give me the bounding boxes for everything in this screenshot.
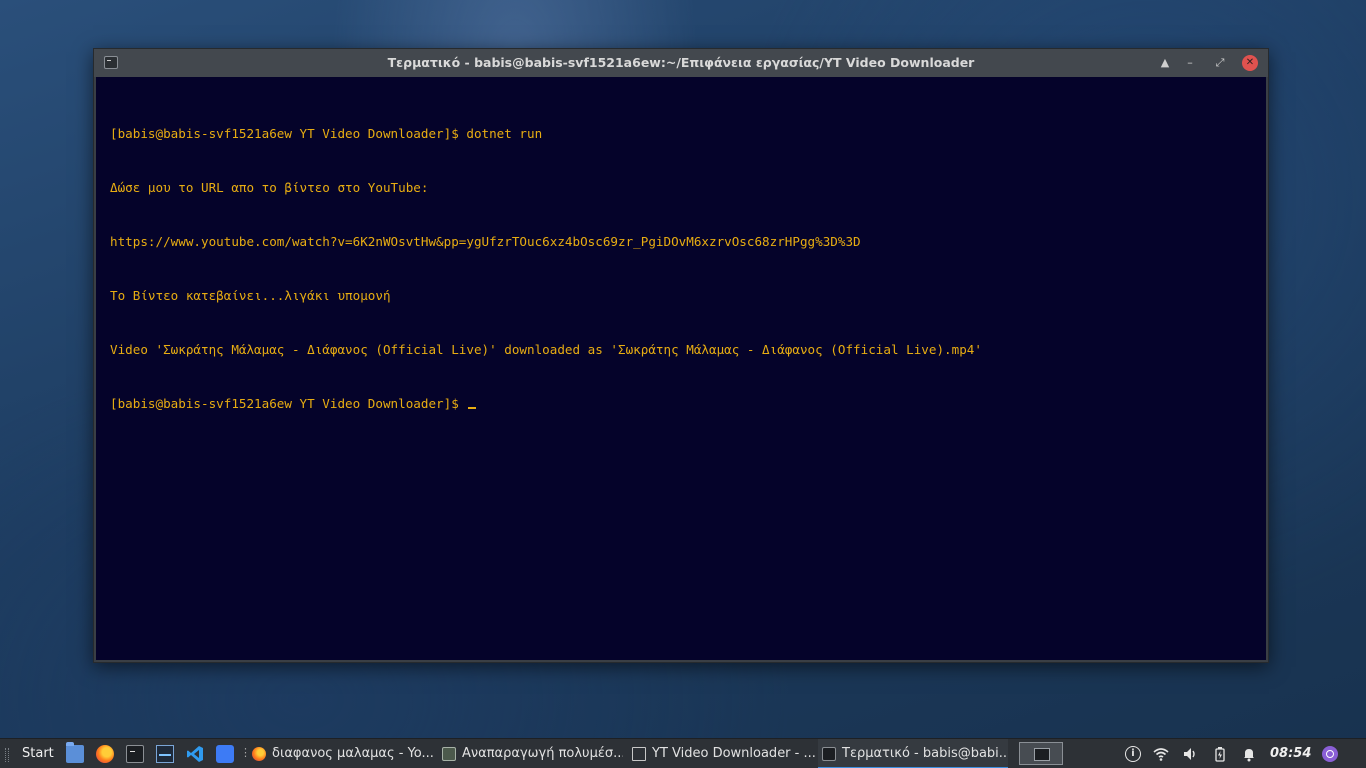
volume-icon[interactable] [1182,746,1198,762]
terminal-line: Δώσε μου το URL απο το βίντεο στο YouTub… [110,180,429,195]
terminal-prompt: [babis@babis-svf1521a6ew YT Video Downlo… [110,396,467,411]
task-label: YT Video Downloader - ... [652,746,816,761]
files-icon[interactable] [66,742,84,763]
panel-grip-icon[interactable] [5,748,9,762]
maximize-button[interactable]: ⤢ [1212,55,1228,71]
vscode-icon[interactable] [186,745,204,763]
task-label: Τερματικό - babis@babi... [842,746,1008,761]
firefox-icon [252,747,266,761]
info-icon[interactable]: i [1125,746,1141,762]
wifi-icon[interactable] [1153,746,1169,762]
task-label: διαφανος μαλαμας - Yo... [272,746,433,761]
notifications-icon[interactable] [1241,746,1257,762]
terminal-line: Το Βίντεο κατεβαίνει...λιγάκι υπομονή [110,288,391,303]
system-monitor-icon[interactable] [156,745,174,763]
clock[interactable]: 08:54 [1270,746,1311,761]
workspace-switcher[interactable] [1019,742,1063,765]
task-firefox[interactable]: διαφανος μαλαμας - Yo... [248,739,433,768]
terminal-cursor [468,397,477,409]
session-menu-icon[interactable] [1322,746,1338,762]
media-player-icon [442,747,456,761]
task-terminal[interactable]: Τερματικό - babis@babi... [818,739,1008,768]
task-folder[interactable]: YT Video Downloader - ... [628,739,816,768]
terminal-icon[interactable] [126,745,144,763]
terminal-output[interactable]: [babis@babis-svf1521a6ew YT Video Downlo… [96,77,1266,660]
terminal-line: Video 'Σωκράτης Μάλαμας - Διάφανος (Offi… [110,342,982,357]
keep-above-button[interactable]: ▲ [1157,55,1173,71]
launcher-overflow-icon[interactable]: ⋮ [240,746,251,764]
window-titlebar[interactable]: Τερματικό - babis@babis-svf1521a6ew:~/Επ… [94,49,1268,77]
terminal-prompt-line[interactable]: [babis@babis-svf1521a6ew YT Video Downlo… [110,395,1252,413]
terminal-window: Τερματικό - babis@babis-svf1521a6ew:~/Επ… [93,48,1269,663]
close-button[interactable]: ✕ [1242,55,1258,71]
taskbar: Start ⋮ διαφανος μαλαμας - Yo... Αναπαρα… [0,738,1366,768]
battery-icon[interactable] [1212,746,1228,762]
firefox-icon[interactable] [96,745,114,763]
task-media-player[interactable]: Αναπαραγωγή πολυμέσ... [438,739,623,768]
start-button[interactable]: Start [22,746,54,761]
window-title: Τερματικό - babis@babis-svf1521a6ew:~/Επ… [387,55,975,70]
software-store-icon[interactable] [216,745,234,763]
task-label: Αναπαραγωγή πολυμέσ... [462,746,623,761]
terminal-line: https://www.youtube.com/watch?v=6K2nWOsv… [110,234,861,249]
terminal-line: [babis@babis-svf1521a6ew YT Video Downlo… [110,126,543,141]
terminal-icon [822,747,836,761]
folder-icon [632,747,646,761]
minimize-button[interactable]: – [1182,55,1198,71]
